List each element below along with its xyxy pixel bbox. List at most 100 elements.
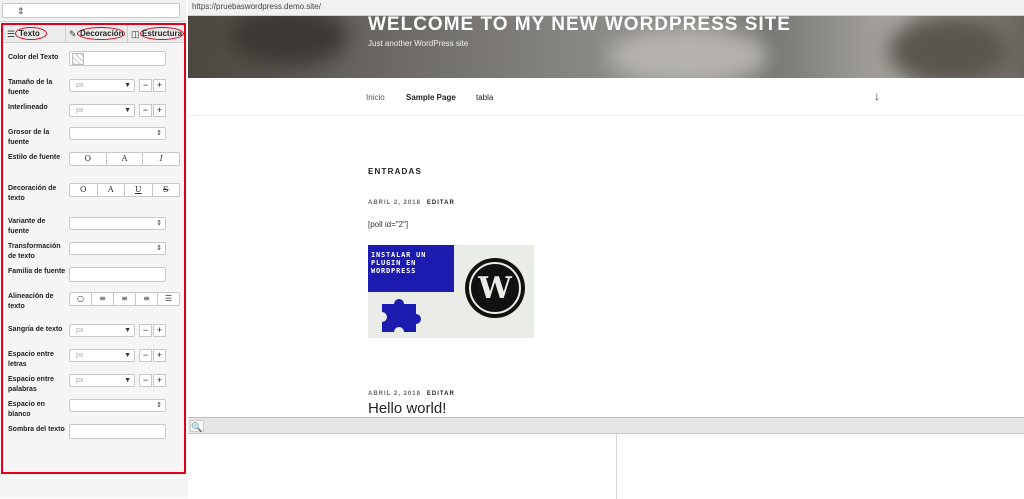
color-picker[interactable] (69, 51, 166, 66)
post-content: [poll id="2"] (368, 220, 409, 229)
line-height-minus[interactable]: − (139, 104, 152, 117)
text-decoration-group: O A U S (69, 183, 180, 197)
address-bar[interactable]: https://pruebaswordpress.demo.site/ (188, 0, 1024, 16)
promo-text: INSTALAR UN PLUGIN EN WORDPRESS (371, 251, 427, 275)
label-text-transform: Transformación de texto (8, 243, 61, 260)
font-variant-select[interactable]: ⇕ (69, 217, 166, 230)
edit-link[interactable]: EDITAR (427, 200, 455, 206)
inspector-toolbar: 🔍 (188, 418, 1024, 434)
align-left-icon[interactable]: ≡ (91, 293, 113, 305)
edit-link[interactable]: EDITAR (427, 391, 455, 397)
decoration-strike-button[interactable]: S (151, 184, 180, 196)
tab-texto-label: Texto (19, 29, 40, 38)
unit-text: px (76, 327, 84, 334)
font-family-input[interactable] (69, 267, 166, 282)
selector-dropdown[interactable]: ⇕ (2, 3, 180, 18)
text-align-group: ○ ≡ ≡ ≡ ☰ (69, 292, 180, 306)
label-color: Color del Texto (8, 54, 59, 61)
letter-spacing-minus[interactable]: − (139, 349, 152, 362)
caret-down-icon: ▼ (124, 82, 131, 89)
wordpress-logo-icon: W (465, 258, 525, 318)
post-title[interactable]: Hello world! (368, 400, 446, 417)
panel-tabs: ☰ Texto ✎ Decoración ◫ Estructura (3, 25, 184, 43)
unit-text: px (76, 377, 84, 384)
site-tagline: Just another WordPress site (368, 39, 469, 48)
updown-icon: ⇕ (17, 6, 25, 16)
updown-icon: ⇕ (156, 402, 162, 409)
align-justify-icon[interactable]: ☰ (157, 293, 179, 305)
site-title[interactable]: WELCOME TO MY NEW WORDPRESS SITE (368, 16, 791, 36)
main-content: ENTRADAS ABRIL 2, 2018 EDITAR [poll id="2… (188, 117, 1024, 417)
decoration-overline-button[interactable]: A (96, 184, 125, 196)
font-size-minus[interactable]: − (139, 79, 152, 92)
nav-item-tabla[interactable]: tabla (476, 93, 493, 102)
columns-icon: ◫ (131, 29, 140, 39)
label-word-spacing: Espacio entre palabras (8, 376, 54, 393)
post-date[interactable]: ABRIL 2, 2018 (368, 391, 421, 397)
label-font-family: Familia de fuente (8, 268, 66, 275)
label-text-align: Alineación de texto (8, 293, 54, 310)
indent-plus[interactable]: + (153, 324, 166, 337)
pane-divider[interactable] (616, 434, 617, 499)
align-none-button[interactable]: ○ (70, 293, 91, 305)
text-transform-select[interactable]: ⇕ (69, 242, 166, 255)
dropper-icon: ✎ (69, 29, 77, 39)
menu-icon: ☰ (7, 29, 16, 39)
label-font-style: Estilo de fuente (8, 154, 61, 161)
style-italic-button[interactable]: I (142, 153, 179, 165)
label-text-shadow: Sombra del texto (8, 426, 65, 433)
text-shadow-input[interactable] (69, 424, 166, 439)
caret-down-icon: ▼ (124, 327, 131, 334)
decoration-underline-button[interactable]: U (124, 184, 152, 196)
post-date[interactable]: ABRIL 2, 2018 (368, 200, 421, 206)
label-font-variant: Variante de fuente (8, 218, 46, 235)
letter-spacing-plus[interactable]: + (153, 349, 166, 362)
svg-text:W: W (477, 271, 513, 306)
tab-texto[interactable]: ☰ Texto (5, 25, 63, 43)
label-white-space: Espacio en blanco (8, 401, 45, 418)
post-meta: ABRIL 2, 2018 EDITAR (368, 200, 455, 206)
line-height-unit[interactable]: px ▼ (69, 104, 135, 117)
text-indent-unit[interactable]: px ▼ (69, 324, 135, 337)
font-weight-select[interactable]: ⇕ (69, 127, 166, 140)
align-right-icon[interactable]: ≡ (113, 293, 135, 305)
font-size-unit[interactable]: px ▼ (69, 79, 135, 92)
indent-minus[interactable]: − (139, 324, 152, 337)
tab-estructura[interactable]: ◫ Estructura (127, 25, 184, 43)
align-center-icon[interactable]: ≡ (135, 293, 157, 305)
letter-spacing-unit[interactable]: px ▼ (69, 349, 135, 362)
editor-topbar: ⇕ (0, 0, 186, 22)
decoration-none-button[interactable]: O (70, 184, 97, 196)
caret-down-icon: ▼ (124, 377, 131, 384)
panel-footer (0, 474, 188, 498)
unit-text: px (76, 352, 84, 359)
font-size-plus[interactable]: + (153, 79, 166, 92)
updown-icon: ⇕ (156, 220, 162, 227)
nav-item-sample-page[interactable]: Sample Page (406, 93, 456, 102)
inspector-pane: 🔍 (188, 417, 1024, 499)
header-background (228, 16, 348, 66)
promo-text-box: INSTALAR UN PLUGIN EN WORDPRESS (368, 245, 454, 292)
word-spacing-plus[interactable]: + (153, 374, 166, 387)
tab-estructura-label: Estructura (142, 29, 183, 38)
tab-decoracion[interactable]: ✎ Decoración (65, 25, 127, 43)
post-meta: ABRIL 2, 2018 EDITAR (368, 391, 455, 397)
style-normal-button[interactable]: O (70, 153, 106, 165)
style-a-button[interactable]: A (105, 153, 143, 165)
word-spacing-minus[interactable]: − (139, 374, 152, 387)
unit-text: px (76, 107, 84, 114)
section-heading: ENTRADAS (368, 167, 423, 176)
word-spacing-unit[interactable]: px ▼ (69, 374, 135, 387)
url-text: https://pruebaswordpress.demo.site/ (192, 2, 321, 11)
search-icon[interactable]: 🔍 (190, 420, 204, 432)
puzzle-piece-icon (382, 299, 421, 332)
font-style-group: O A I (69, 152, 180, 166)
caret-down-icon: ▼ (124, 107, 131, 114)
white-space-select[interactable]: ⇕ (69, 399, 166, 412)
site-navigation: Inicio Sample Page tabla ↓ (188, 80, 1024, 116)
caret-down-icon: ▼ (124, 352, 131, 359)
label-line-height: Interlineado (8, 104, 48, 111)
nav-item-inicio[interactable]: Inicio (366, 93, 385, 102)
scroll-down-arrow-icon[interactable]: ↓ (874, 89, 880, 103)
line-height-plus[interactable]: + (153, 104, 166, 117)
